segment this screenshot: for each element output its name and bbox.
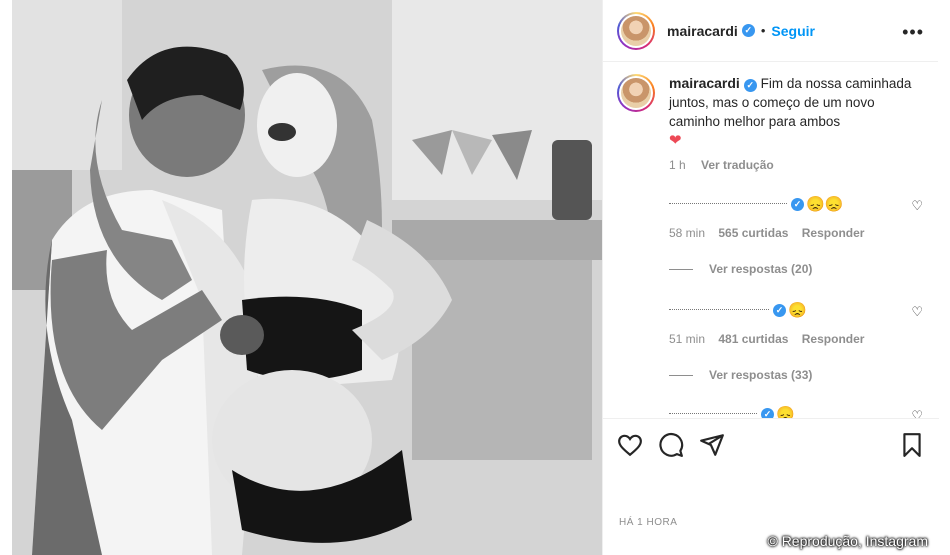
- reply-button[interactable]: Responder: [802, 226, 865, 240]
- commenter-username[interactable]: [669, 412, 757, 416]
- like-comment-heart-icon[interactable]: ♡: [911, 198, 923, 214]
- post-photo[interactable]: [12, 0, 602, 555]
- like-comment-heart-icon[interactable]: ♡: [911, 408, 923, 418]
- verified-icon: ✓: [743, 79, 757, 92]
- like-comment-heart-icon[interactable]: ♡: [911, 304, 923, 320]
- view-replies-button[interactable]: Ver respostas (33): [669, 368, 939, 382]
- profile-avatar[interactable]: [617, 11, 655, 50]
- share-icon[interactable]: [699, 432, 725, 458]
- bookmark-icon[interactable]: [899, 432, 925, 458]
- post-side-panel: mairacardi ✓ • Seguir ••• mairacardi ✓ Fi…: [602, 0, 939, 555]
- comment-emojis: 😞: [788, 302, 807, 319]
- caption-time: 1 h: [669, 158, 686, 172]
- heart-icon[interactable]: [617, 432, 643, 458]
- photo-credit: © Reprodução, Instagram: [767, 533, 928, 549]
- caption-meta: 1 h Ver tradução: [669, 158, 939, 172]
- verified-icon: ✓: [761, 407, 774, 418]
- comment-likes[interactable]: 565 curtidas: [718, 226, 788, 240]
- comment-item: ✓ 😞 ♡: [603, 404, 939, 418]
- follow-button[interactable]: Seguir: [771, 23, 815, 39]
- view-replies-label: Ver respostas (20): [709, 262, 813, 276]
- more-icon[interactable]: •••: [902, 22, 924, 43]
- comment-item: ✓ 😞😞 ♡ 58 min 565 curtidas Responder Ver…: [603, 194, 939, 276]
- verified-icon: ✓: [741, 24, 755, 37]
- photo-illustration: [12, 0, 602, 555]
- comment-likes[interactable]: 481 curtidas: [718, 332, 788, 346]
- comment-meta: 51 min 481 curtidas Responder: [669, 332, 939, 346]
- comments-list[interactable]: mairacardi ✓ Fim da nossa caminhada junto…: [603, 62, 939, 418]
- view-replies-button[interactable]: Ver respostas (20): [669, 262, 939, 276]
- separator-dot: •: [760, 23, 766, 38]
- translate-link[interactable]: Ver tradução: [701, 158, 774, 172]
- caption-username[interactable]: mairacardi: [669, 75, 740, 91]
- header-username[interactable]: mairacardi: [667, 23, 738, 39]
- comment-icon[interactable]: [658, 432, 684, 458]
- commenter-username[interactable]: [669, 308, 769, 312]
- comment-time: 58 min: [669, 226, 706, 240]
- comment-meta: 58 min 565 curtidas Responder: [669, 226, 939, 240]
- reply-button[interactable]: Responder: [802, 332, 865, 346]
- commenter-username[interactable]: [669, 202, 787, 206]
- red-heart-emoji: ❤: [669, 132, 682, 149]
- post-caption: mairacardi ✓ Fim da nossa caminhada junto…: [603, 62, 939, 150]
- verified-icon: ✓: [791, 197, 804, 211]
- caption-text-block: mairacardi ✓ Fim da nossa caminhada junto…: [669, 74, 925, 150]
- comment-item: ✓ 😞 ♡ 51 min 481 curtidas Responder Ver …: [603, 300, 939, 382]
- post-header: mairacardi ✓ • Seguir •••: [603, 0, 938, 62]
- caption-avatar[interactable]: [617, 74, 655, 112]
- verified-icon: ✓: [773, 303, 786, 317]
- action-bar: [603, 418, 939, 474]
- comment-time: 51 min: [669, 332, 706, 346]
- comment-emojis: 😞😞: [806, 196, 844, 213]
- post-timestamp: HÁ 1 HORA: [619, 517, 678, 528]
- instagram-post: mairacardi ✓ • Seguir ••• mairacardi ✓ Fi…: [0, 0, 950, 555]
- view-replies-label: Ver respostas (33): [709, 368, 813, 382]
- comment-emojis: 😞: [776, 406, 795, 418]
